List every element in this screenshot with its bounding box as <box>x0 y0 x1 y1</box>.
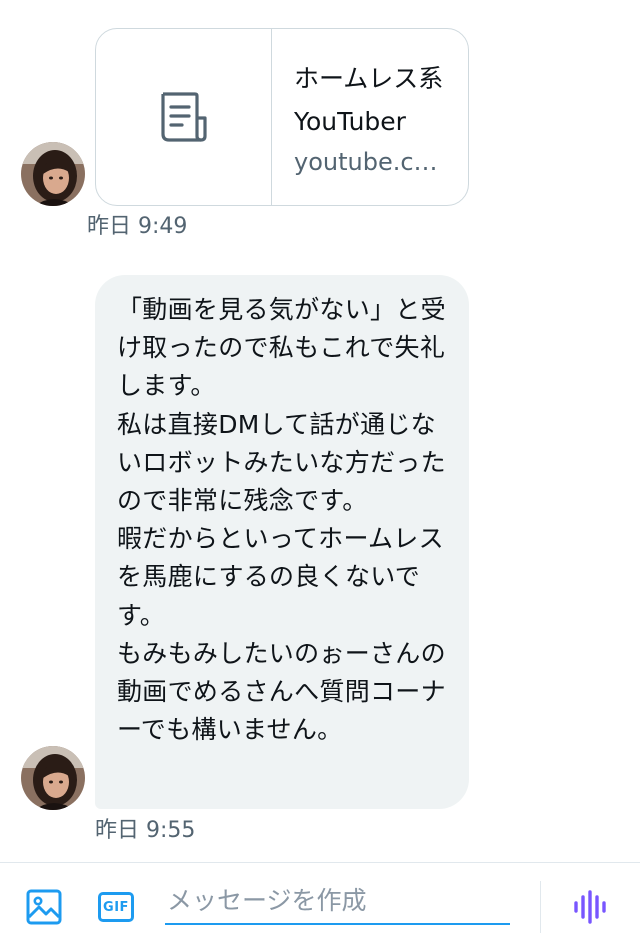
message-timestamp: 昨日 9:55 <box>95 818 196 843</box>
link-preview-card[interactable]: ホームレス系YouTuber youtube.co... <box>95 28 469 206</box>
message-composer: GIF <box>0 862 640 948</box>
message-input[interactable] <box>165 877 510 925</box>
message-text: 「動画を見る気がない」と受け取ったので私もこれで失礼します。 私は直接DMして話… <box>117 295 446 745</box>
composer-divider <box>540 881 541 933</box>
voice-waveform-icon <box>574 890 606 924</box>
avatar[interactable] <box>21 142 85 206</box>
link-timestamp: 昨日 9:49 <box>87 214 188 239</box>
article-icon <box>160 92 207 142</box>
link-domain: youtube.co... <box>294 148 446 176</box>
avatar-image <box>21 746 85 810</box>
voice-message-button[interactable] <box>568 885 612 929</box>
gif-icon: GIF <box>98 892 134 922</box>
link-info: ホームレス系YouTuber youtube.co... <box>272 29 468 205</box>
add-gif-button[interactable]: GIF <box>94 885 138 929</box>
avatar-image <box>21 142 85 206</box>
link-thumbnail <box>96 29 272 205</box>
avatar[interactable] <box>21 746 85 810</box>
message-bubble[interactable]: 「動画を見る気がない」と受け取ったので私もこれで失礼します。 私は直接DMして話… <box>95 275 469 809</box>
add-image-button[interactable] <box>22 885 66 929</box>
image-icon <box>26 889 62 925</box>
link-title[interactable]: ホームレス系YouTuber <box>294 57 446 143</box>
